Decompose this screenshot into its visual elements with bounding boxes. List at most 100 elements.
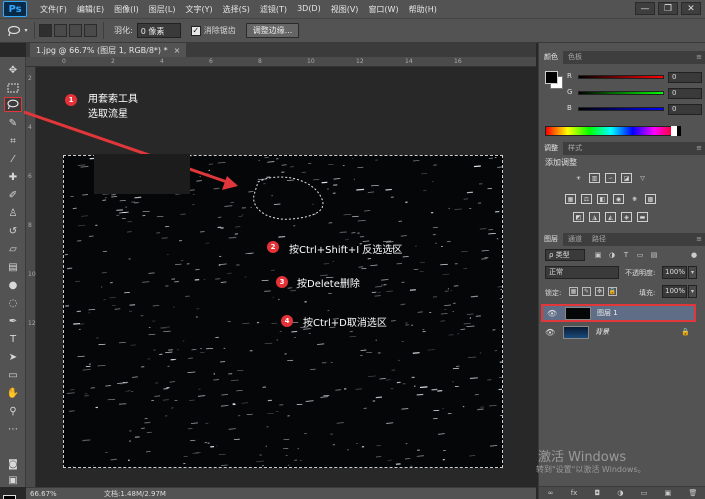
blue-slider[interactable] xyxy=(578,107,664,111)
fill-input[interactable]: 100% xyxy=(662,285,687,298)
posterize-icon[interactable]: ◮ xyxy=(589,212,600,222)
type-filter-icon[interactable]: T xyxy=(621,250,631,260)
panel-menu-icon[interactable]: ≡ xyxy=(696,142,705,155)
note-1-box xyxy=(94,154,190,194)
red-slider[interactable] xyxy=(578,75,664,79)
layer-style-icon[interactable]: fx xyxy=(571,489,578,497)
layers-panel-tabs: 图层 通道 路径 ≡ xyxy=(539,233,705,246)
layers-footer: ∞ fx ◘ ◑ ▭ ▣ 🗑 xyxy=(539,486,705,499)
lock-icon: 🔒 xyxy=(681,328,690,336)
pixel-filter-icon[interactable]: ▣ xyxy=(593,250,603,260)
layer-thumbnail xyxy=(563,325,589,339)
step-3-badge: 3 xyxy=(276,276,288,288)
tab-color[interactable]: 颜色 xyxy=(539,51,563,64)
curves-icon[interactable]: ∽ xyxy=(605,173,616,183)
layer-name[interactable]: 图层 1 xyxy=(597,308,618,318)
step-2-badge: 2 xyxy=(267,241,279,253)
photo-filter-icon[interactable]: ◉ xyxy=(613,194,624,204)
step-4-text: 按Ctrl+D取消选区 xyxy=(303,318,387,329)
step-3-text: 按Delete删除 xyxy=(297,279,360,290)
new-adjustment-icon[interactable]: ◑ xyxy=(617,489,623,497)
layer-row-background[interactable]: 👁 背景 🔒 xyxy=(541,323,696,341)
filter-toggle-icon[interactable]: ● xyxy=(689,250,699,260)
green-slider[interactable] xyxy=(578,91,664,95)
right-panels: 颜色 色板 ≡ R 0 G 0 B 0 调整 样式 ≡ 添加调整 ☀ ▥ ∽ ◪… xyxy=(538,43,705,499)
chevron-down-icon[interactable]: ▾ xyxy=(688,266,697,279)
visibility-eye-icon[interactable]: 👁 xyxy=(547,309,559,318)
black-white-icon[interactable]: ◧ xyxy=(597,194,608,204)
invert-icon[interactable]: ◩ xyxy=(573,212,584,222)
layer-kind-filter[interactable]: ρ 类型 xyxy=(545,249,585,261)
smart-object-filter-icon[interactable]: ▤ xyxy=(649,250,659,260)
blue-value[interactable]: 0 xyxy=(668,104,702,115)
vibrance-icon[interactable]: ▽ xyxy=(637,173,648,183)
zoom-level[interactable]: 66.67% xyxy=(30,490,68,498)
exposure-icon[interactable]: ◪ xyxy=(621,173,632,183)
layer-name[interactable]: 背景 xyxy=(595,327,609,337)
channel-mixer-icon[interactable]: ❋ xyxy=(629,194,640,204)
visibility-eye-icon[interactable]: 👁 xyxy=(545,328,557,337)
tab-channels[interactable]: 通道 xyxy=(563,233,587,246)
red-value[interactable]: 0 xyxy=(668,72,702,83)
adjust-panel-tabs: 调整 样式 ≡ xyxy=(539,142,705,155)
spectrum-black[interactable] xyxy=(677,126,681,136)
new-layer-icon[interactable]: ▣ xyxy=(665,489,672,497)
red-slider-row: R 0 xyxy=(567,72,702,84)
step-4-badge: 4 xyxy=(281,315,293,327)
tab-layers[interactable]: 图层 xyxy=(539,233,563,246)
lock-all-icon[interactable]: 🔒 xyxy=(608,287,617,296)
tab-paths[interactable]: 路径 xyxy=(587,233,611,246)
color-spectrum[interactable] xyxy=(545,126,677,136)
minimize-button[interactable]: — xyxy=(635,2,655,15)
red-label: R xyxy=(567,72,572,80)
step-1-text: 用套索工具 选取流星 xyxy=(88,94,138,120)
chevron-down-icon[interactable]: ▾ xyxy=(688,285,697,298)
delete-layer-icon[interactable]: 🗑 xyxy=(688,489,697,497)
levels-icon[interactable]: ▥ xyxy=(589,173,600,183)
link-layers-icon[interactable]: ∞ xyxy=(548,489,554,497)
color-balance-icon[interactable]: ⚖ xyxy=(581,194,592,204)
foreground-color-swatch[interactable] xyxy=(545,71,558,84)
canvas-area[interactable]: 1 用套索工具 选取流星 2 按Ctrl+Shift+I 反选选区 3 按Del… xyxy=(23,67,536,487)
lock-position-icon[interactable]: ✥ xyxy=(595,287,604,296)
tab-swatches[interactable]: 色板 xyxy=(563,51,587,64)
panel-menu-icon[interactable]: ≡ xyxy=(696,233,705,246)
color-lookup-icon[interactable]: ▩ xyxy=(645,194,656,204)
step-1-badge: 1 xyxy=(65,94,77,106)
selective-color-icon[interactable]: ◈ xyxy=(621,212,632,222)
tab-adjustments[interactable]: 调整 xyxy=(539,142,563,155)
hue-saturation-icon[interactable]: ▦ xyxy=(565,194,576,204)
green-value[interactable]: 0 xyxy=(668,88,702,99)
window-controls: — ❐ ✕ xyxy=(635,2,701,15)
activation-watermark-subtitle: 转到"设置"以激活 Windows。 xyxy=(536,465,646,474)
blend-mode-select[interactable]: 正常 xyxy=(545,266,619,279)
lock-pixels-icon[interactable]: ✎ xyxy=(582,287,591,296)
green-label: G xyxy=(567,88,573,96)
add-adjustment-label: 添加调整 xyxy=(545,158,577,167)
lock-transparency-icon[interactable]: ▦ xyxy=(569,287,578,296)
status-bar: 66.67% 文档:1.48M/2.97M xyxy=(26,487,536,499)
threshold-icon[interactable]: ◭ xyxy=(605,212,616,222)
restore-button[interactable]: ❐ xyxy=(658,2,678,15)
green-slider-row: G 0 xyxy=(567,88,702,100)
layer-row-layer1[interactable]: 👁 图层 1 xyxy=(541,304,696,322)
foreground-color-swatch[interactable] xyxy=(3,495,16,499)
lock-label: 锁定: xyxy=(545,289,562,297)
blue-slider-row: B 0 xyxy=(567,104,702,116)
fill-label: 填充: xyxy=(639,289,656,297)
tab-styles[interactable]: 样式 xyxy=(563,142,587,155)
close-button[interactable]: ✕ xyxy=(681,2,701,15)
add-mask-icon[interactable]: ◘ xyxy=(595,489,601,497)
activation-watermark-title: 激活 Windows xyxy=(538,450,627,465)
step-2-text: 按Ctrl+Shift+I 反选选区 xyxy=(289,245,403,256)
gradient-map-icon[interactable]: ▬ xyxy=(637,212,648,222)
opacity-input[interactable]: 100% xyxy=(662,266,687,279)
new-group-icon[interactable]: ▭ xyxy=(641,489,648,497)
opacity-label: 不透明度: xyxy=(625,269,656,277)
adjustment-filter-icon[interactable]: ◑ xyxy=(607,250,617,260)
shape-filter-icon[interactable]: ▭ xyxy=(635,250,645,260)
panel-menu-icon[interactable]: ≡ xyxy=(696,51,705,64)
blue-label: B xyxy=(567,104,572,112)
color-panel-tabs: 颜色 色板 ≡ xyxy=(539,51,705,64)
brightness-icon[interactable]: ☀ xyxy=(573,173,584,183)
